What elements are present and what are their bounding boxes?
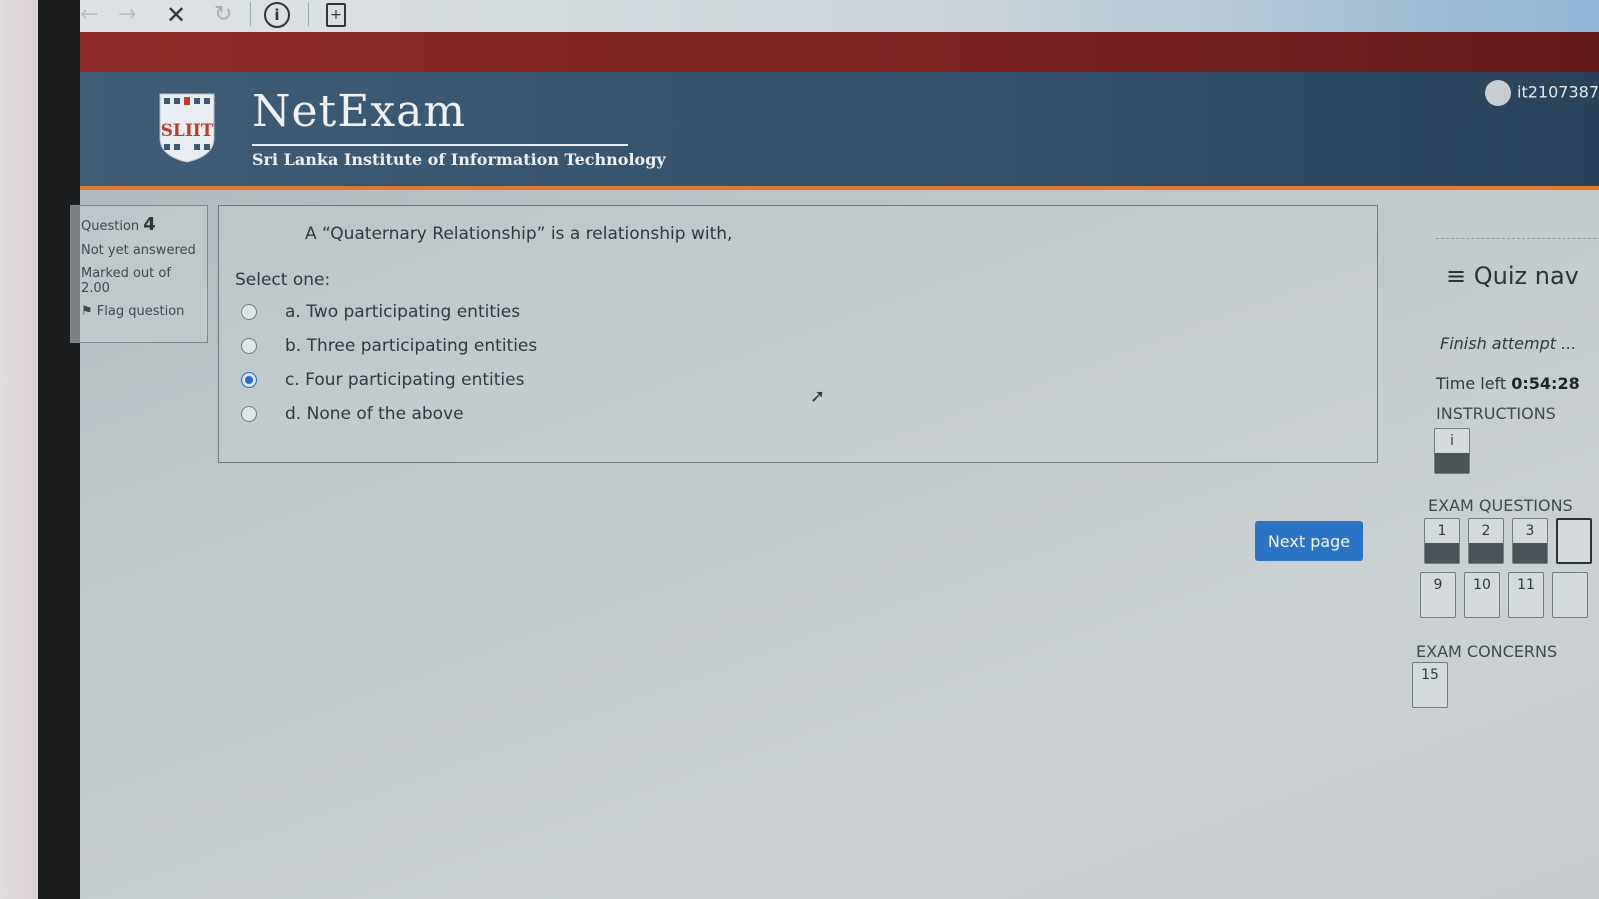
question-state: Not yet answered (81, 243, 196, 258)
timer-value: 0:54:28 (1511, 374, 1580, 393)
sliit-logo: SLIIT (159, 93, 215, 163)
flag-question-label: Flag question (96, 304, 185, 319)
select-one-label: Select one: (235, 270, 331, 290)
question-nav-button-current[interactable] (1556, 518, 1592, 564)
background-wall (0, 0, 40, 899)
avatar (1485, 80, 1512, 106)
quiz-nav-title: ≡ Quiz nav (1446, 262, 1579, 290)
instructions-label: INSTRUCTIONS (1436, 404, 1556, 423)
brand-subtitle: Sri Lanka Institute of Information Techn… (252, 150, 666, 169)
close-icon[interactable]: ✕ (166, 2, 186, 28)
question-marks: Marked out of 2.00 (81, 266, 171, 296)
reload-icon[interactable]: ↻ (214, 2, 232, 28)
back-icon[interactable]: ← (80, 2, 98, 28)
question-nav-button[interactable]: 1 (1424, 518, 1460, 564)
brand-divider (252, 144, 628, 146)
answer-label[interactable]: b. Three participating entities (285, 336, 537, 356)
question-nav-button[interactable] (1552, 572, 1588, 618)
toolbar-divider (308, 2, 309, 26)
question-nav-button[interactable]: 11 (1508, 572, 1544, 618)
flag-icon: ⚑ (81, 304, 93, 319)
question-text: A “Quaternary Relationship” is a relatio… (305, 224, 733, 244)
question-info-panel: Question 4 Not yet answered Marked out o… (70, 205, 208, 343)
site-header: SLIIT NetExam Sri Lanka Institute of Inf… (80, 72, 1599, 186)
radio-button[interactable] (241, 338, 257, 354)
concern-nav-button[interactable]: 15 (1412, 662, 1448, 708)
question-nav-button[interactable]: 10 (1464, 572, 1500, 618)
toolbar-divider (250, 2, 251, 26)
question-nav-button[interactable]: 2 (1468, 518, 1504, 564)
finish-attempt-link[interactable]: Finish attempt ... (1440, 334, 1576, 353)
svg-text:SLIIT: SLIIT (161, 121, 214, 141)
quiz-navigation: ≡ Quiz nav Finish attempt ... Time left … (1412, 230, 1599, 730)
header-accent-line (80, 186, 1599, 190)
answer-label[interactable]: c. Four participating entities (285, 370, 524, 390)
flag-question-link[interactable]: ⚑ Flag question (81, 304, 197, 319)
info-icon[interactable]: i (264, 2, 290, 28)
screen: ← → ✕ ↻ i + SLIIT NetExam Sri Lanka Inst… (70, 0, 1599, 899)
answer-label[interactable]: a. Two participating entities (285, 302, 520, 322)
browser-toolbar: ← → ✕ ↻ i + (80, 0, 1599, 32)
monitor-bezel (38, 0, 82, 899)
mouse-cursor-icon: ➚ (810, 386, 826, 407)
answer-label[interactable]: d. None of the above (285, 404, 464, 424)
question-number: Question 4 (81, 214, 156, 235)
brand-title: NetExam (252, 86, 467, 137)
radio-button-selected[interactable] (241, 372, 257, 388)
question-nav-button[interactable]: 3 (1512, 518, 1548, 564)
radio-button[interactable] (241, 304, 257, 320)
user-menu[interactable]: it2107387 (1485, 80, 1599, 106)
next-page-button[interactable]: Next page (1255, 521, 1363, 561)
radio-button[interactable] (241, 406, 257, 422)
question-content: A “Quaternary Relationship” is a relatio… (218, 205, 1378, 463)
top-band (80, 32, 1599, 72)
exam-concerns-label: EXAM CONCERNS (1416, 642, 1558, 661)
new-page-icon[interactable]: + (326, 3, 346, 27)
exam-questions-label: EXAM QUESTIONS (1428, 496, 1573, 515)
time-left: Time left 0:54:28 (1436, 374, 1580, 393)
forward-icon[interactable]: → (118, 2, 136, 28)
instructions-button[interactable]: i (1434, 428, 1470, 474)
divider (1436, 238, 1599, 239)
question-nav-button[interactable]: 9 (1420, 572, 1456, 618)
username: it2107387 (1517, 82, 1599, 102)
